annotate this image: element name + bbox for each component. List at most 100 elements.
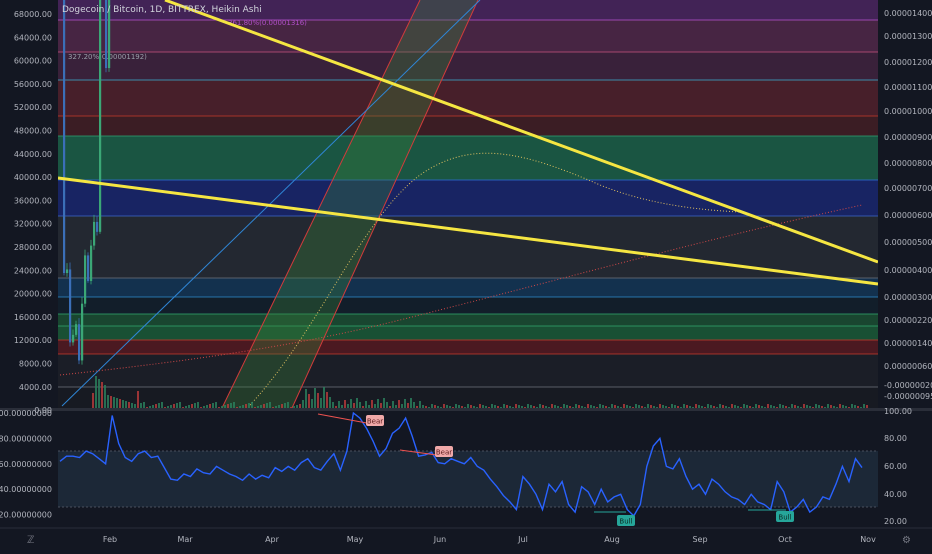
volume-bar	[257, 406, 259, 408]
volume-bar	[785, 406, 787, 408]
volume-bar	[707, 404, 709, 408]
volume-bar	[692, 407, 694, 408]
volume-bar	[446, 405, 448, 408]
left-axis-tick-label: 40000.00	[14, 173, 52, 182]
volume-bar	[401, 404, 403, 408]
volume-bar	[359, 402, 361, 408]
volume-bar	[308, 394, 310, 408]
volume-bar	[560, 407, 562, 408]
time-axis-label: Aug	[604, 535, 620, 544]
volume-bar	[725, 406, 727, 408]
volume-bar	[599, 404, 601, 408]
divergence-tag-label: Bull	[619, 518, 632, 526]
volume-bar	[539, 404, 541, 408]
volume-bar	[590, 405, 592, 408]
volume-bar	[368, 405, 370, 408]
volume-bar	[821, 406, 823, 408]
volume-bar	[419, 401, 421, 408]
volume-bar	[608, 407, 610, 408]
volume-bar	[380, 403, 382, 408]
volume-bar	[809, 406, 811, 408]
volume-bar	[824, 407, 826, 408]
fib-band	[58, 180, 878, 216]
divergence-tag-bear: Bear	[435, 446, 453, 457]
time-axis-label: Apr	[265, 535, 280, 544]
divergence-tag-label: Bear	[367, 418, 383, 426]
time-axis-label: Jul	[517, 535, 528, 544]
volume-bar	[263, 404, 265, 408]
volume-bar	[113, 397, 115, 408]
volume-bar	[593, 406, 595, 408]
volume-bar	[272, 407, 274, 408]
left-axis-tick-label: 52000.00	[14, 103, 52, 112]
fib-band	[58, 52, 878, 80]
rsi-right-tick-label: 100.00	[884, 407, 912, 416]
right-axis-tick-label: 0.00001100	[884, 83, 932, 92]
volume-bar	[572, 407, 574, 408]
right-axis-tick-label: 0.00000400	[884, 266, 932, 275]
volume-bar	[626, 405, 628, 408]
candle-body	[66, 269, 69, 274]
volume-bar	[332, 402, 334, 408]
volume-bar	[716, 407, 718, 408]
volume-bar	[728, 407, 730, 408]
volume-bar	[449, 406, 451, 408]
right-axis-tick-label: -0.00000095	[884, 392, 932, 401]
left-axis-tick-label: 36000.00	[14, 196, 52, 205]
volume-bar	[758, 405, 760, 408]
volume-bar	[656, 407, 658, 408]
rsi-right-tick-label: 60.00	[884, 462, 907, 471]
volume-bar	[668, 407, 670, 408]
volume-bar	[659, 404, 661, 408]
left-axis-tick-label: 60000.00	[14, 57, 52, 66]
volume-bar	[293, 406, 295, 408]
volume-bar	[425, 406, 427, 408]
volume-bar	[233, 402, 235, 408]
volume-bar	[827, 404, 829, 408]
volume-bar	[392, 401, 394, 408]
volume-bar	[407, 403, 409, 408]
tradingview-logo-icon[interactable]: ℤ	[27, 535, 34, 546]
volume-bar	[713, 406, 715, 408]
volume-bar	[290, 407, 292, 408]
right-axis-tick-label: 0.00001300	[884, 32, 932, 41]
candle-body	[81, 303, 84, 361]
volume-bar	[569, 406, 571, 408]
chart-canvas[interactable]: 361.80%(0.00001316) 327.20%(0.00001192) 68…	[0, 0, 932, 550]
time-axis-bg	[0, 528, 932, 550]
volume-bar	[746, 405, 748, 408]
volume-bar	[434, 405, 436, 408]
volume-bar	[275, 406, 277, 408]
volume-bar	[863, 404, 865, 408]
volume-bar	[623, 404, 625, 408]
rsi-left-tick-label: 80.00000000	[0, 434, 52, 443]
volume-bar	[158, 403, 160, 408]
volume-bar	[611, 404, 613, 408]
pane-separator	[0, 408, 932, 411]
volume-bar	[92, 393, 94, 408]
right-axis-tick-label: 0.00001200	[884, 58, 932, 67]
right-axis-tick-label: 0.00000700	[884, 184, 932, 193]
settings-icon[interactable]: ⚙	[902, 535, 911, 546]
volume-bar	[164, 407, 166, 408]
volume-bar	[641, 406, 643, 408]
volume-bar	[473, 406, 475, 408]
time-axis-label: Sep	[692, 535, 707, 544]
right-axis-tick-label: 0.00000800	[884, 159, 932, 168]
left-axis-tick-label: 12000.00	[14, 336, 52, 345]
volume-bar	[134, 404, 136, 408]
volume-bar	[128, 402, 130, 408]
fib-band	[58, 326, 878, 340]
volume-bar	[383, 398, 385, 408]
fib-band	[58, 340, 878, 354]
volume-bar	[584, 407, 586, 408]
volume-bar	[356, 398, 358, 408]
volume-bar	[674, 405, 676, 408]
volume-bar	[413, 402, 415, 408]
volume-bar	[284, 403, 286, 408]
volume-bar	[527, 404, 529, 408]
fib-label-327: 327.20%(0.00001192)	[68, 53, 147, 61]
volume-bar	[854, 405, 856, 408]
volume-bar	[125, 401, 127, 408]
volume-bar	[179, 402, 181, 408]
